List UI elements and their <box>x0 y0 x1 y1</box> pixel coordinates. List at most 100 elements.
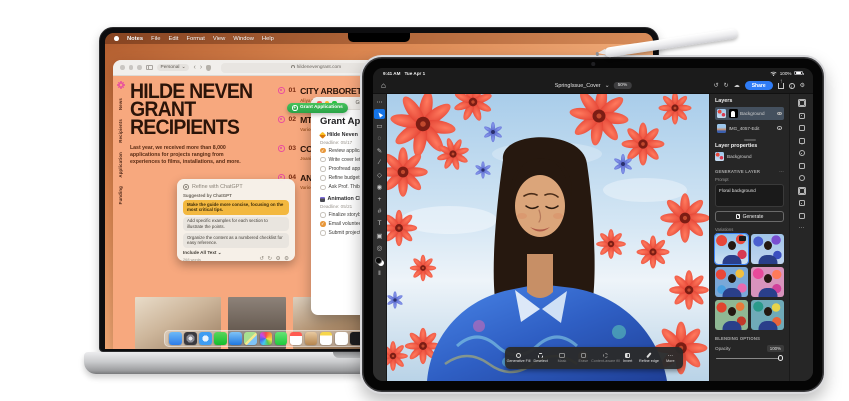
crop-tool-icon[interactable]: # <box>374 207 385 217</box>
section-more-icon[interactable]: … <box>779 168 784 174</box>
checkbox-unchecked[interactable] <box>320 212 326 218</box>
add-layer-icon[interactable] <box>799 100 805 106</box>
menubar-app-name[interactable]: Notes <box>127 36 143 42</box>
generative-layer-section-header[interactable]: GENERATIVE LAYER <box>715 169 760 174</box>
opacity-slider[interactable] <box>716 355 783 361</box>
undo-icon[interactable]: ↺ <box>259 256 264 262</box>
checkbox-checked[interactable]: ✓ <box>320 148 326 154</box>
maps-icon[interactable] <box>244 332 257 345</box>
apple-menu-icon[interactable] <box>114 36 119 41</box>
menu-help[interactable]: Help <box>262 36 274 42</box>
document-title[interactable]: SpringIssue_Cover <box>555 83 601 89</box>
variation-thumbnail[interactable] <box>751 267 784 297</box>
opacity-value[interactable]: 100% <box>767 345 784 352</box>
more-button[interactable]: … More <box>660 353 681 364</box>
adjustments-icon[interactable] <box>799 113 805 119</box>
generate-button[interactable]: Generate <box>715 211 784 222</box>
checkbox-unchecked[interactable] <box>320 175 326 181</box>
variation-thumbnail[interactable] <box>715 267 748 297</box>
invert-button[interactable]: Invert <box>617 353 638 364</box>
select-subject-icon[interactable] <box>799 200 805 206</box>
deselect-button[interactable]: Deselect <box>530 353 551 364</box>
layer-row[interactable]: IMG_4057-Edit <box>715 122 784 135</box>
variation-thumbnail[interactable] <box>751 234 784 264</box>
variation-thumbnail[interactable] <box>751 300 784 330</box>
export-panel-icon[interactable] <box>799 163 805 169</box>
facetime-icon[interactable] <box>275 332 288 345</box>
share-button[interactable]: Share <box>745 81 773 91</box>
settings-gear-icon[interactable]: ⚙ <box>800 83 805 89</box>
contacts-icon[interactable] <box>305 332 318 345</box>
zoom-window-button[interactable] <box>137 65 142 70</box>
menu-format[interactable]: Format <box>186 36 204 42</box>
variation-thumbnail[interactable] <box>715 234 748 264</box>
effects-icon[interactable] <box>799 125 805 131</box>
content-aware-fill-button[interactable]: Content-aware fill <box>594 353 617 364</box>
comment-icon[interactable] <box>799 138 805 144</box>
checkbox-unchecked[interactable] <box>320 157 326 163</box>
pen-tool-icon[interactable]: ✎ <box>374 146 385 156</box>
lasso-tool-icon[interactable]: ◌ <box>374 134 385 144</box>
menu-edit[interactable]: Edit <box>168 36 178 42</box>
canvas[interactable]: Generative Fill Deselect Mask Erase <box>387 94 709 381</box>
suggestion-pill[interactable]: Make the guide more concise, focusing on… <box>183 200 289 215</box>
checkbox-unchecked[interactable] <box>320 166 326 172</box>
redo-icon[interactable]: ↻ <box>724 83 729 89</box>
safari-icon[interactable] <box>199 332 212 345</box>
checkbox-checked[interactable]: ✓ <box>320 221 326 227</box>
generative-fill-button[interactable]: Generative Fill <box>507 353 530 364</box>
blending-options-header[interactable]: BLENDING OPTIONS <box>715 336 760 341</box>
preview-icon[interactable] <box>799 175 805 181</box>
site-nav-funding[interactable]: Funding <box>118 186 123 204</box>
menu-window[interactable]: Window <box>233 36 254 42</box>
site-nav-news[interactable]: News <box>118 98 123 110</box>
info-icon[interactable]: i <box>789 83 795 89</box>
color-swatches[interactable] <box>375 257 384 266</box>
slider-knob[interactable] <box>778 355 784 361</box>
options-gear-icon[interactable]: ⚙ <box>284 256 289 262</box>
duplicate-icon[interactable] <box>799 188 805 194</box>
suggestion-pill[interactable]: Organize the content as a numbered check… <box>183 233 289 248</box>
eyedropper-tool-icon[interactable]: ◎ <box>374 243 385 253</box>
reminders-icon[interactable] <box>335 332 348 345</box>
checkbox-unchecked[interactable] <box>320 230 326 236</box>
notes-icon[interactable] <box>320 332 333 345</box>
brush-tool-icon[interactable]: ∕ <box>374 158 385 168</box>
type-tool-icon[interactable]: T <box>374 219 385 229</box>
privacy-shield-icon[interactable] <box>206 65 211 71</box>
menu-view[interactable]: View <box>213 36 225 42</box>
mask-button[interactable]: Mask <box>551 353 572 364</box>
finder-icon[interactable] <box>169 332 182 345</box>
clone-stamp-tool-icon[interactable]: ◉ <box>374 182 385 192</box>
move-tool-icon[interactable] <box>374 109 385 119</box>
checkbox-unchecked[interactable] <box>320 185 326 191</box>
redo-icon[interactable]: ↻ <box>268 256 273 262</box>
refine-edge-button[interactable]: Refine edge <box>638 352 659 363</box>
undo-icon[interactable]: ↺ <box>714 83 719 89</box>
layer-row[interactable]: Background <box>715 107 784 120</box>
minimize-window-button[interactable] <box>129 65 134 70</box>
launchpad-icon[interactable] <box>184 332 197 345</box>
shared-note-badge[interactable]: + Grant Applications <box>287 103 348 113</box>
mail-icon[interactable] <box>229 332 242 345</box>
healing-tool-icon[interactable]: + <box>374 195 385 205</box>
more-tools-icon[interactable]: ⋯ <box>374 97 385 107</box>
variation-thumbnail[interactable] <box>715 300 748 330</box>
close-window-button[interactable] <box>120 65 125 70</box>
prompt-input[interactable]: Floral background <box>715 184 784 207</box>
forward-button[interactable]: › <box>200 64 202 71</box>
site-nav-recipients[interactable]: Recipients <box>118 119 123 143</box>
home-icon[interactable]: ⌂ <box>381 82 386 90</box>
calendar-icon[interactable] <box>290 332 303 345</box>
more-panels-icon[interactable]: … <box>799 225 805 229</box>
menu-file[interactable]: File <box>151 36 160 42</box>
scope-selector[interactable]: Include All Text ⌄ <box>183 250 222 256</box>
export-icon[interactable] <box>778 83 784 89</box>
settings-gear-icon[interactable]: ⚙ <box>276 256 281 262</box>
profile-switcher[interactable]: Personal ⌄ <box>157 64 190 71</box>
photos-icon[interactable] <box>260 332 273 345</box>
zoom-level-chip[interactable]: 50% <box>614 82 632 89</box>
suggestion-pill[interactable]: Add specific examples for each section t… <box>183 217 289 232</box>
back-button[interactable]: ‹ <box>193 64 195 71</box>
site-nav-application[interactable]: Application <box>118 152 123 178</box>
